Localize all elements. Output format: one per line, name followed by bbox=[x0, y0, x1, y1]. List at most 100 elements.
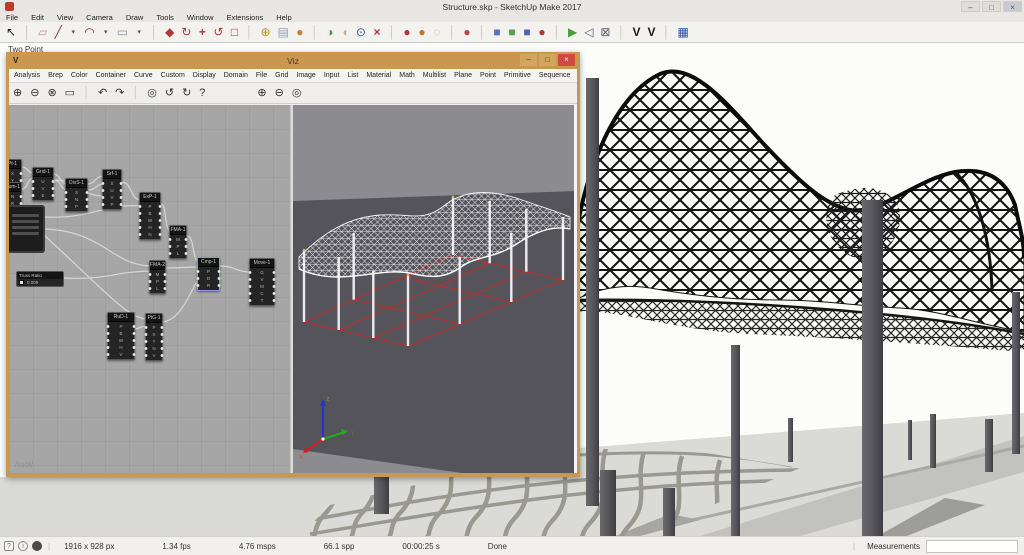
viz-menu-item[interactable]: Point bbox=[480, 72, 496, 79]
viz-menu-item[interactable]: Analysis bbox=[14, 72, 40, 79]
toolbar-separator[interactable]: │ bbox=[23, 22, 31, 43]
viz-export-icon[interactable]: V bbox=[648, 22, 656, 43]
viz-menu-item[interactable]: Domain bbox=[224, 72, 248, 79]
node-graph-canvas[interactable]: Pt-1 X Y Num-1 N R Grid-1 U V E bbox=[9, 105, 290, 473]
viz-minimize-button[interactable]: – bbox=[520, 54, 537, 66]
toolbar-separator[interactable]: │ bbox=[448, 22, 456, 43]
viewport-scrollbar[interactable] bbox=[574, 105, 577, 473]
offset-tool-icon[interactable]: □ bbox=[230, 22, 238, 43]
graph-node[interactable]: FMA-1 M P L bbox=[168, 225, 188, 259]
select-tool-icon[interactable]: ↖ bbox=[6, 22, 16, 43]
rectangle-tool-icon[interactable]: ▭ bbox=[117, 22, 128, 43]
pin-icon[interactable]: ● bbox=[463, 22, 471, 43]
inspect-icon[interactable]: ◎ bbox=[147, 83, 157, 104]
zoom-tool-icon[interactable]: ⊙ bbox=[356, 22, 366, 43]
graph-node[interactable]: Cmp-1 P D R bbox=[196, 257, 221, 291]
viz-menu-item[interactable]: Color bbox=[71, 72, 88, 79]
viewport-zoom-in-icon[interactable]: ⊕ bbox=[257, 83, 266, 104]
cursor-tool-icon[interactable]: ◁ bbox=[584, 22, 593, 43]
toolbar-separator[interactable]: │ bbox=[311, 22, 319, 43]
graph-node[interactable]: FMA-2 M P L bbox=[148, 260, 167, 294]
toolbar-separator[interactable]: │ bbox=[388, 22, 396, 43]
sphere-tool-icon[interactable]: ● bbox=[538, 22, 546, 43]
geolocation-icon[interactable] bbox=[32, 541, 42, 551]
viz-launch-icon[interactable]: V bbox=[632, 22, 640, 43]
pan-tool-icon[interactable]: ▤ bbox=[278, 22, 289, 43]
viz-toolbar-separator[interactable]: │ bbox=[83, 83, 90, 104]
redo-icon[interactable]: ↷ bbox=[115, 83, 124, 104]
viz-menu-item[interactable]: Image bbox=[296, 72, 315, 79]
section-sphere-3-icon[interactable]: ◌ bbox=[433, 22, 441, 43]
viewport-zoom-fit-icon[interactable]: ◎ bbox=[292, 83, 302, 104]
graph-zoom-out-icon[interactable]: ⊖ bbox=[30, 83, 39, 104]
pushpull-tool-icon[interactable]: ◆ bbox=[165, 22, 174, 43]
info-status-icon[interactable]: i bbox=[18, 541, 28, 551]
toolbar-separator[interactable]: │ bbox=[663, 22, 671, 43]
orbit-tool-icon[interactable]: ⊕ bbox=[260, 22, 270, 43]
undo-icon[interactable]: ↶ bbox=[98, 83, 107, 104]
viz-menu-item[interactable]: Container bbox=[96, 72, 126, 79]
toggle-checkbox[interactable] bbox=[19, 280, 24, 285]
zoom-extents-icon[interactable]: × bbox=[373, 22, 381, 43]
viz-menu-item[interactable]: Brep bbox=[48, 72, 63, 79]
toolbar-separator[interactable]: │ bbox=[245, 22, 254, 43]
help-status-icon[interactable]: ? bbox=[4, 541, 14, 551]
checkbox-tool-icon[interactable]: ⊠ bbox=[600, 22, 610, 43]
line-tool-dropdown[interactable]: ▾ bbox=[69, 22, 77, 43]
viz-menu-item[interactable]: Display bbox=[193, 72, 216, 79]
toggle-node[interactable]: Truss Ratio 0.009 bbox=[16, 271, 64, 287]
viz-menu-item[interactable]: Curve bbox=[134, 72, 153, 79]
toolbar-separator[interactable]: │ bbox=[617, 22, 626, 43]
look-around-tool-icon[interactable]: ● bbox=[296, 22, 304, 43]
section-sphere-2-icon[interactable]: ● bbox=[418, 22, 426, 43]
viz-3d-viewport[interactable]: z Y x bbox=[293, 105, 577, 473]
arc-tool-dropdown[interactable]: ▾ bbox=[102, 22, 110, 43]
viz-menu-item[interactable]: File bbox=[256, 72, 267, 79]
play-icon[interactable]: ▶ bbox=[568, 22, 577, 43]
maximize-button[interactable]: □ bbox=[982, 1, 1001, 12]
eraser-tool-icon[interactable]: ▱ bbox=[38, 22, 47, 43]
viz-menu-item[interactable]: Math bbox=[399, 72, 415, 79]
toolbar-separator[interactable]: │ bbox=[553, 22, 561, 43]
viz-menu-item[interactable]: Plane bbox=[454, 72, 472, 79]
followme-tool-icon[interactable]: ↻ bbox=[181, 22, 191, 43]
viz-menu-item[interactable]: Sequence bbox=[539, 72, 571, 79]
viz-menu-item[interactable]: Material bbox=[366, 72, 391, 79]
toolbar-separator[interactable]: │ bbox=[478, 22, 486, 43]
viz-title-bar[interactable]: V Viz – □ × bbox=[9, 52, 577, 69]
viz-menu-item[interactable]: Custom bbox=[161, 72, 185, 79]
viz-toolbar-separator[interactable]: │ bbox=[132, 83, 139, 104]
graph-node[interactable]: DivS-1 S N P bbox=[64, 178, 89, 212]
position-camera-icon[interactable]: ◑ bbox=[326, 22, 334, 43]
graph-node[interactable]: RuD-1 P B W H V bbox=[106, 312, 136, 360]
recompute-icon[interactable]: ↺ bbox=[165, 83, 174, 104]
viz-help-icon[interactable]: ? bbox=[199, 83, 205, 104]
line-tool-icon[interactable]: ╱ bbox=[54, 22, 62, 43]
viz-menu-item[interactable]: List bbox=[347, 72, 358, 79]
viz-menu-item[interactable]: Input bbox=[324, 72, 340, 79]
graph-zoom-selected-icon[interactable]: ⊗ bbox=[47, 83, 56, 104]
rotate-tool-icon[interactable]: ↺ bbox=[213, 22, 223, 43]
close-button[interactable]: × bbox=[1003, 1, 1022, 12]
graph-node[interactable]: PtG-1 P X Y N V bbox=[144, 313, 164, 361]
viz-menu-item[interactable]: Grid bbox=[275, 72, 288, 79]
recompute-all-icon[interactable]: ↻ bbox=[182, 83, 191, 104]
move-tool-icon[interactable]: + bbox=[198, 22, 206, 43]
graph-node[interactable]: Move-1 G V M C T bbox=[248, 258, 276, 306]
graph-fit-view-icon[interactable]: ▭ bbox=[65, 83, 75, 104]
walk-tool-icon[interactable]: ◖ bbox=[341, 22, 349, 43]
measurements-input[interactable] bbox=[926, 539, 1018, 553]
rectangle-tool-dropdown[interactable]: ▾ bbox=[135, 22, 143, 43]
component-box-3-icon[interactable]: ■ bbox=[523, 22, 531, 43]
graph-zoom-in-icon[interactable]: ⊕ bbox=[13, 83, 22, 104]
viz-close-button[interactable]: × bbox=[558, 54, 575, 66]
minimize-button[interactable]: – bbox=[961, 1, 980, 12]
toolbar-separator[interactable]: │ bbox=[150, 22, 158, 43]
component-box-2-icon[interactable]: ■ bbox=[508, 22, 516, 43]
section-sphere-icon[interactable]: ● bbox=[403, 22, 411, 43]
fx-icon[interactable]: ▦ bbox=[678, 22, 689, 43]
viz-menu-item[interactable]: Multilist bbox=[423, 72, 446, 79]
expression-panel-node[interactable] bbox=[9, 205, 45, 253]
arc-tool-icon[interactable]: ◠ bbox=[84, 22, 94, 43]
graph-node[interactable]: Srf-1 S U V P bbox=[101, 169, 123, 210]
